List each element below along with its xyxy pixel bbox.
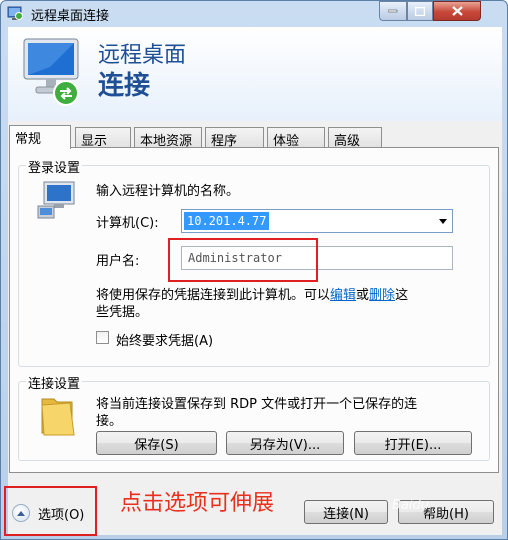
connection-desc-line2: 接。 (96, 414, 123, 429)
tab-general[interactable]: 常规 (9, 125, 71, 149)
minimize-icon (388, 9, 398, 13)
tab-programs[interactable]: 程序 (205, 127, 264, 149)
tab-local-resources[interactable]: 本地资源 (134, 127, 202, 149)
header-banner: 远程桌面 连接 (8, 27, 502, 121)
open-button[interactable]: 打开(E)... (354, 431, 472, 455)
computer-name-prompt: 输入远程计算机的名称。 (96, 184, 240, 199)
title-bar[interactable]: 远程桌面连接 (1, 1, 507, 27)
login-settings-label: 登录设置 (26, 157, 83, 176)
remote-desktop-monitor-icon (23, 38, 79, 106)
credentials-note-line2: 些凭据。 (96, 305, 149, 320)
window-title: 远程桌面连接 (31, 9, 110, 24)
annotation-box-options (4, 486, 97, 536)
save-button[interactable]: 保存(S) (96, 431, 217, 455)
connect-button[interactable]: 连接(N) (304, 500, 388, 524)
connection-settings-label: 连接设置 (26, 373, 83, 392)
annotation-text: 点击选项可伸展 (120, 491, 275, 516)
annotation-box-username (168, 238, 318, 282)
note-text-part2: 这 (395, 288, 409, 303)
computer-combobox[interactable]: 10.201.4.77 (181, 209, 453, 233)
always-ask-credentials-checkbox[interactable] (96, 331, 109, 344)
always-ask-credentials-label[interactable]: 始终要求凭据(A) (116, 330, 213, 349)
watermark: Baidu (392, 498, 429, 513)
username-label: 用户名: (96, 254, 140, 269)
chevron-down-icon[interactable] (439, 219, 447, 224)
header-title-line2: 连接 (98, 71, 151, 101)
computer-icon (37, 181, 75, 219)
tab-advanced[interactable]: 高级 (328, 127, 382, 149)
edit-credentials-link[interactable]: 编辑 (330, 288, 356, 303)
save-as-button[interactable]: 另存为(V)... (226, 431, 344, 455)
maximize-icon (415, 6, 425, 16)
close-button[interactable] (433, 1, 481, 21)
maximize-button[interactable] (407, 1, 433, 21)
folder-icon (41, 398, 75, 436)
close-icon (451, 6, 463, 16)
delete-credentials-link[interactable]: 删除 (369, 288, 395, 303)
connection-desc-line1: 将当前连接设置保存到 RDP 文件或打开一个已保存的连 (96, 397, 418, 412)
tab-experience[interactable]: 体验 (267, 127, 325, 149)
note-text-or: 或 (356, 288, 370, 303)
tab-display[interactable]: 显示 (75, 127, 131, 149)
remote-desktop-app-icon (7, 6, 23, 20)
computer-label: 计算机(C): (96, 216, 159, 231)
minimize-button[interactable] (379, 1, 407, 21)
computer-value: 10.201.4.77 (184, 212, 270, 230)
